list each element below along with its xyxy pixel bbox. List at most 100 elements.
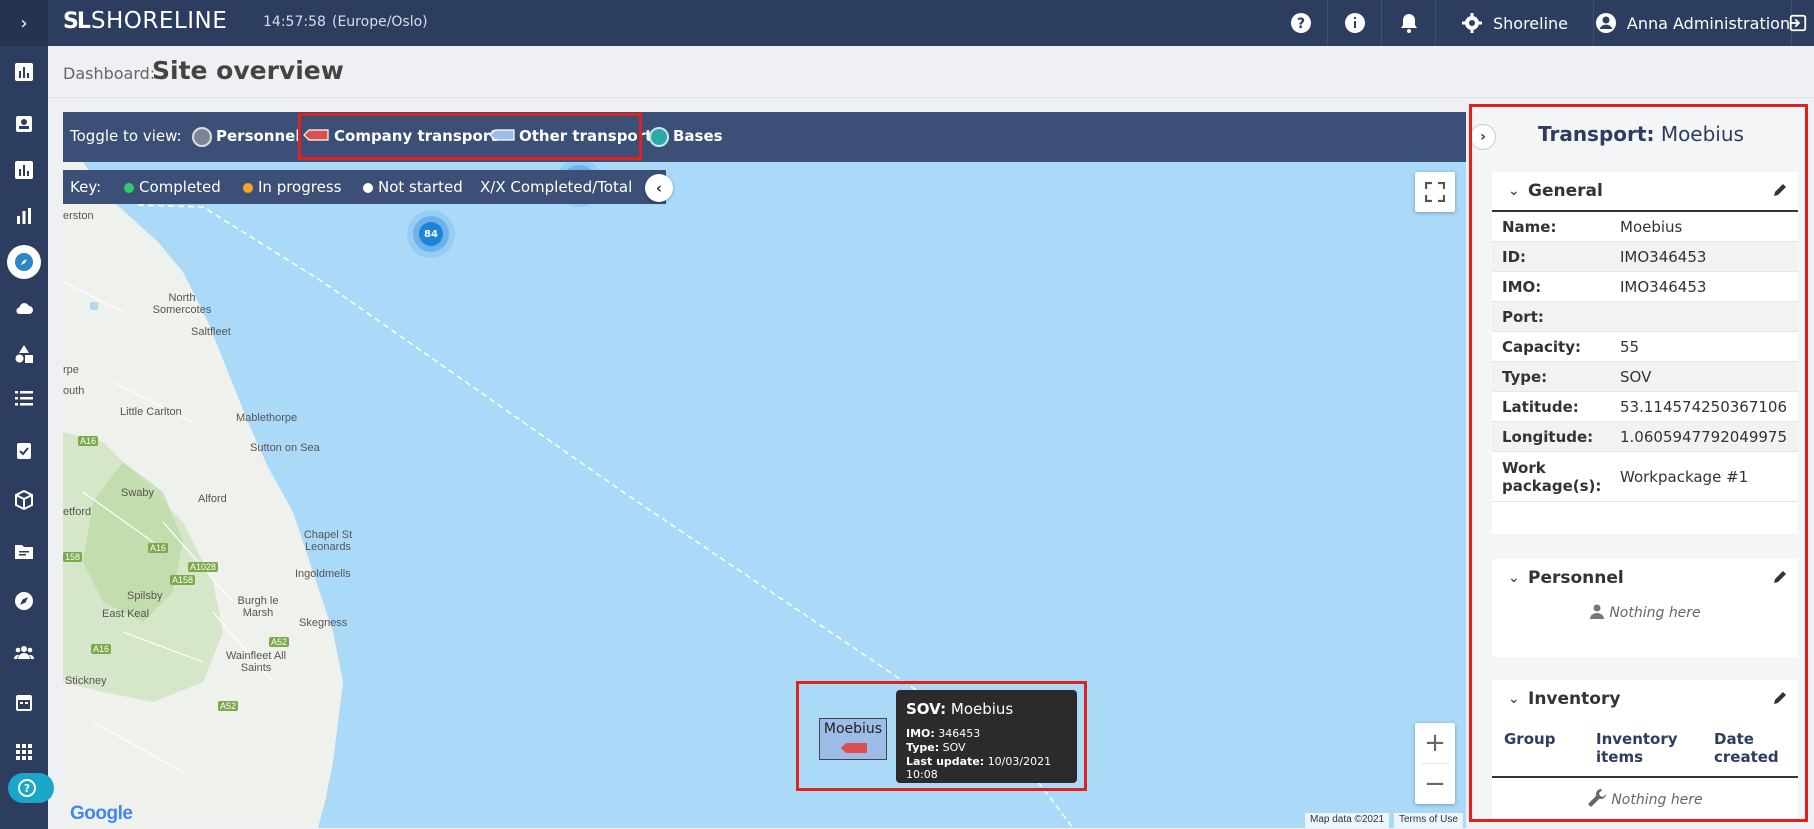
- column-header-date-created[interactable]: Date created: [1714, 730, 1784, 776]
- toggle-personnel[interactable]: Personnel: [216, 127, 300, 145]
- general-row: Name: Moebius: [1492, 212, 1798, 242]
- org-settings-button[interactable]: Shoreline: [1435, 0, 1593, 46]
- road-marker: A52: [218, 701, 239, 711]
- help-button[interactable]: ?: [8, 773, 54, 803]
- bases-toggle-icon[interactable]: [649, 127, 669, 147]
- help-icon-button[interactable]: ?: [1275, 0, 1327, 46]
- question-icon: ?: [18, 779, 36, 797]
- sidebar-item-list[interactable]: [0, 378, 48, 418]
- sidebar-item-tasks[interactable]: [0, 430, 48, 470]
- general-rows: Name: Moebius ID: IMO346453 IMO: IMO346453 Por…: [1492, 212, 1798, 502]
- sidebar-item-dashboard[interactable]: [0, 52, 48, 92]
- app-logo[interactable]: SL SHORELINE: [63, 8, 227, 34]
- highlight-transport-toggles: [298, 113, 642, 160]
- key-completed: Completed: [139, 178, 221, 196]
- personnel-empty: Nothing here: [1492, 599, 1798, 621]
- sidebar-item-reports[interactable]: [0, 150, 48, 190]
- people-icon: [14, 646, 34, 659]
- place-label: Little Carlton: [120, 406, 182, 418]
- column-header-group[interactable]: Group: [1504, 730, 1596, 776]
- grid-icon: [16, 744, 32, 760]
- sidebar-item-documents[interactable]: [0, 531, 48, 571]
- cloud-icon: [16, 303, 33, 314]
- sidebar-item-navigation[interactable]: [0, 581, 48, 621]
- logout-button[interactable]: [1789, 0, 1814, 46]
- place-label: Mablethorpe: [236, 412, 298, 424]
- timezone: (Europe/Oslo): [332, 14, 428, 30]
- general-card: ⌄ General Name: Moebius ID: IMO346453 IMO: IM…: [1492, 172, 1798, 534]
- sidebar-item-inventory[interactable]: [0, 480, 48, 520]
- sidebar-item-contacts[interactable]: [0, 104, 48, 144]
- place-label: Burgh le Marsh: [237, 595, 279, 619]
- place-label: Alford: [198, 493, 227, 505]
- chevron-left-icon: ‹: [655, 179, 663, 197]
- column-header-inventory-items[interactable]: Inventory items: [1596, 730, 1714, 776]
- collapse-key-button[interactable]: ‹: [645, 174, 673, 202]
- sidebar-item-weather[interactable]: [0, 288, 48, 328]
- map-cluster-84[interactable]: 84: [419, 222, 443, 246]
- sidebar-item-people[interactable]: [0, 632, 48, 672]
- bell-icon: [1400, 14, 1417, 33]
- page-title: Site overview: [152, 56, 344, 85]
- compass-outline-icon: [15, 592, 33, 610]
- general-row-label: Port:: [1502, 307, 1544, 326]
- chevron-down-icon: ⌄: [1508, 183, 1520, 199]
- bar-chart-icon: [15, 161, 33, 179]
- zoom-out-button[interactable]: −: [1415, 764, 1455, 804]
- logout-icon: [1789, 14, 1807, 32]
- svg-text:?: ?: [1297, 16, 1305, 32]
- sidebar-item-calendar[interactable]: [0, 682, 48, 722]
- gear-icon: [1461, 13, 1482, 33]
- place-label: Skegness: [299, 617, 348, 629]
- road-marker: A16: [78, 436, 99, 446]
- notifications-button[interactable]: [1381, 0, 1435, 46]
- personnel-header[interactable]: ⌄ Personnel: [1492, 559, 1798, 599]
- toggle-bases[interactable]: Bases: [673, 127, 723, 145]
- expand-sidebar-button[interactable]: ›: [0, 0, 48, 46]
- fullscreen-icon: [1425, 182, 1445, 202]
- general-row-label: Type:: [1502, 367, 1548, 386]
- inventory-empty: Nothing here: [1492, 778, 1798, 808]
- calendar-icon: [16, 695, 32, 711]
- folder-icon: [15, 545, 33, 559]
- road-marker: A1028: [188, 562, 219, 572]
- contact-card-icon: [16, 116, 32, 132]
- top-bar: SL SHORELINE 14:57:58 (Europe/Oslo) ? Sho…: [48, 0, 1814, 46]
- general-row-value: SOV: [1620, 367, 1652, 386]
- zoom-in-button[interactable]: +: [1415, 723, 1455, 763]
- place-label: rpe: [63, 364, 79, 376]
- general-header[interactable]: ⌄ General: [1492, 172, 1798, 212]
- edit-icon[interactable]: [1772, 569, 1788, 585]
- personnel-card: ⌄ Personnel Nothing here: [1492, 559, 1798, 657]
- general-row: Longitude: 1.0605947792049975: [1492, 422, 1798, 452]
- sidebar-item-statistics[interactable]: [0, 196, 48, 236]
- general-title: General: [1528, 181, 1603, 201]
- edit-icon[interactable]: [1772, 690, 1788, 706]
- fullscreen-button[interactable]: [1415, 172, 1455, 212]
- inventory-header[interactable]: ⌄ Inventory: [1492, 680, 1798, 720]
- general-row: Latitude: 53.114574250367106: [1492, 392, 1798, 422]
- personnel-title: Personnel: [1528, 568, 1624, 588]
- place-label: Swaby: [121, 487, 155, 499]
- terms-of-use-link[interactable]: Terms of Use: [1394, 813, 1463, 828]
- land-shape: [63, 162, 1074, 828]
- general-row: Type: SOV: [1492, 362, 1798, 392]
- collapse-panel-button[interactable]: ›: [1470, 124, 1496, 150]
- map[interactable]: 16 84 erston North Somercotes Saltfleet …: [63, 162, 1466, 828]
- sidebar-item-map[interactable]: [0, 242, 48, 282]
- question-circle-icon: ?: [1291, 13, 1311, 33]
- sidebar-item-apps[interactable]: [0, 732, 48, 772]
- statistics-icon: [17, 208, 31, 224]
- edit-icon[interactable]: [1772, 182, 1788, 198]
- info-button[interactable]: [1327, 0, 1381, 46]
- general-row: ID: IMO346453: [1492, 242, 1798, 272]
- road-marker: A158: [170, 575, 196, 585]
- user-circle-icon: [1595, 13, 1616, 33]
- key-completed-total: X/X Completed/Total: [480, 178, 633, 196]
- sidebar-item-assets[interactable]: [0, 334, 48, 374]
- user-menu-button[interactable]: Anna Administration: [1593, 0, 1791, 46]
- completed-dot-icon: [124, 183, 134, 193]
- breadcrumb[interactable]: Dashboard:: [63, 64, 155, 83]
- left-sidebar: › ?: [0, 0, 54, 829]
- personnel-toggle-icon[interactable]: [192, 127, 212, 147]
